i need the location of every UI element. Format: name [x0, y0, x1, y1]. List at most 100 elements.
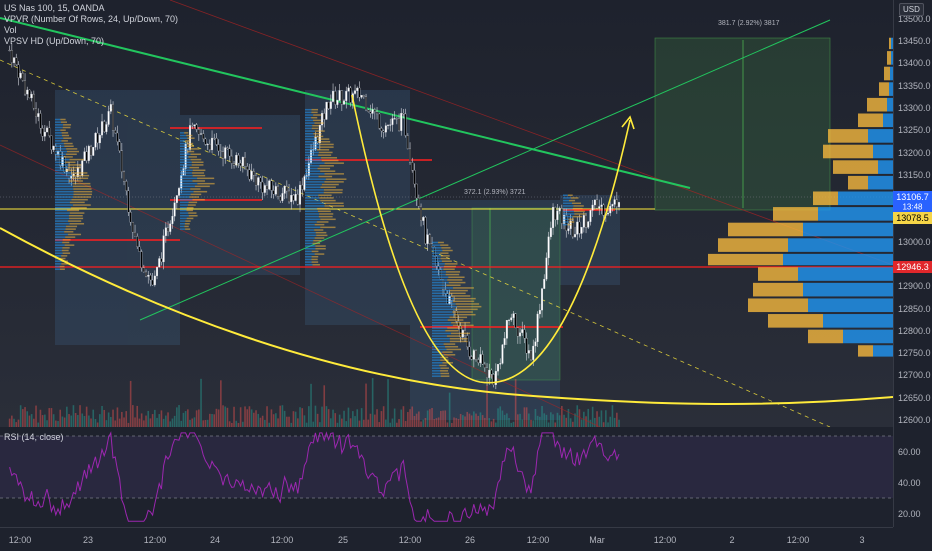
session-profile-up-bar [305, 138, 318, 140]
session-profile-up-bar [432, 263, 445, 265]
session-profile-up-bar [55, 190, 74, 193]
session-profile-up-bar [55, 217, 70, 220]
session-profile-down-bar [319, 146, 334, 148]
session-profile-up-bar [55, 132, 62, 134]
candle-down [334, 90, 337, 105]
candle-down [327, 101, 330, 109]
candle-up [600, 204, 603, 207]
candle-up [354, 90, 356, 94]
currency-button[interactable]: USD [899, 3, 924, 16]
vol-legend[interactable]: Vol [4, 25, 178, 36]
session-profile-up-bar [432, 255, 441, 257]
volume-bar [88, 415, 90, 427]
volume-bar [523, 407, 526, 427]
session-profile-down-bar [189, 196, 200, 198]
volume-bar [52, 414, 55, 427]
candle-up [497, 364, 499, 372]
session-profile-down-bar [185, 228, 191, 230]
session-profile-up-bar [305, 151, 319, 154]
time-axis[interactable]: 12:00 23 12:00 24 12:00 25 12:00 26 12:00 Mar 12:0… [0, 527, 893, 551]
candle-up [338, 90, 341, 101]
volume-bar [288, 416, 290, 427]
volume-bar [356, 409, 359, 427]
candle-down [301, 184, 304, 190]
volume-bar [525, 407, 528, 427]
volume-bar [536, 415, 539, 427]
session-profile-up-bar [305, 223, 315, 226]
candle-down [578, 221, 581, 234]
candle-up [580, 227, 583, 234]
volume-bar [224, 406, 227, 427]
rsi-legend[interactable]: RSI (14, close) [4, 432, 64, 442]
time-tick-label: 12:00 [8, 535, 32, 545]
volume-bar [187, 409, 189, 427]
session-profile-down-bar [313, 119, 322, 122]
session-profile-down-bar [59, 265, 65, 268]
session-profile-up-bar [305, 143, 320, 146]
session-profile-down-bar [443, 354, 456, 356]
volume-bar [457, 418, 460, 427]
volume-bar [244, 406, 246, 427]
volume-profile-down-bar [828, 129, 868, 143]
candle-up [479, 354, 482, 364]
rsi-pane[interactable] [0, 427, 893, 527]
session-profile-up-bar [432, 367, 441, 369]
candle-down [127, 190, 130, 213]
candle-up [158, 258, 161, 268]
session-profile-down-bar [317, 138, 330, 140]
volume-profile-up-bar [823, 314, 893, 328]
session-profile-down-bar [314, 253, 325, 255]
session-profile-down-bar [72, 174, 90, 177]
session-profile-down-bar [72, 182, 91, 185]
session-profile-down-bar [188, 201, 198, 204]
volume-profile-up-bar [838, 191, 893, 206]
rsi-tick-label: 20.00 [898, 508, 921, 519]
price-chart[interactable] [0, 0, 893, 427]
session-profile-down-bar [185, 140, 191, 142]
candle-down [523, 329, 526, 339]
volume-bar [391, 418, 394, 427]
volume-bar [202, 420, 205, 427]
session-profile-up-bar [305, 178, 326, 180]
session-profile-up-bar [180, 156, 189, 158]
vpvr-legend[interactable]: VPVR (Number Of Rows, 24, Up/Down, 70) [4, 14, 178, 25]
session-profile-down-bar [186, 217, 194, 220]
session-profile-down-bar [572, 215, 583, 218]
session-profile-down-bar [72, 204, 91, 206]
candle-up [153, 275, 156, 286]
session-profile-up-bar [305, 165, 320, 167]
session-profile-up-bar [563, 202, 573, 205]
session-profile-up-bar [55, 153, 66, 155]
session-profile-up-bar [432, 300, 454, 303]
session-profile-down-bar [65, 228, 76, 230]
candle-up [356, 87, 359, 91]
session-profile-down-bar [66, 148, 78, 150]
session-profile-up-bar [55, 241, 63, 244]
candle-up [422, 217, 425, 221]
volume-bar [492, 418, 495, 427]
volume-bar [437, 417, 440, 427]
session-profile-up-bar [55, 172, 72, 174]
symbol-legend[interactable]: US Nas 100, 15, OANDA [4, 3, 178, 14]
volume-bar [334, 413, 337, 427]
session-profile-up-bar [432, 332, 452, 335]
session-profile-down-bar [61, 132, 69, 134]
volume-profile-down-bar [823, 144, 873, 159]
vpsv-legend[interactable]: VPSV HD (Up/Down, 70) [4, 36, 178, 47]
volume-bar [605, 410, 607, 427]
session-profile-up-bar [305, 250, 312, 253]
session-profile-up-bar [305, 114, 314, 116]
volume-profile-up-bar [783, 253, 893, 266]
volume-bar [413, 416, 416, 427]
session-profile-down-bar [192, 169, 206, 172]
session-profile-up-bar [305, 221, 317, 223]
session-profile-down-bar [60, 121, 67, 123]
session-profile-down-bar [323, 191, 343, 194]
session-profile-up-bar [180, 220, 186, 222]
session-profile-down-bar [454, 308, 478, 311]
session-profile-up-bar [305, 197, 320, 199]
session-profile-up-bar [305, 191, 324, 194]
session-profile-down-bar [72, 185, 91, 188]
volume-bar [330, 418, 332, 427]
session-profile-up-bar [180, 217, 187, 220]
